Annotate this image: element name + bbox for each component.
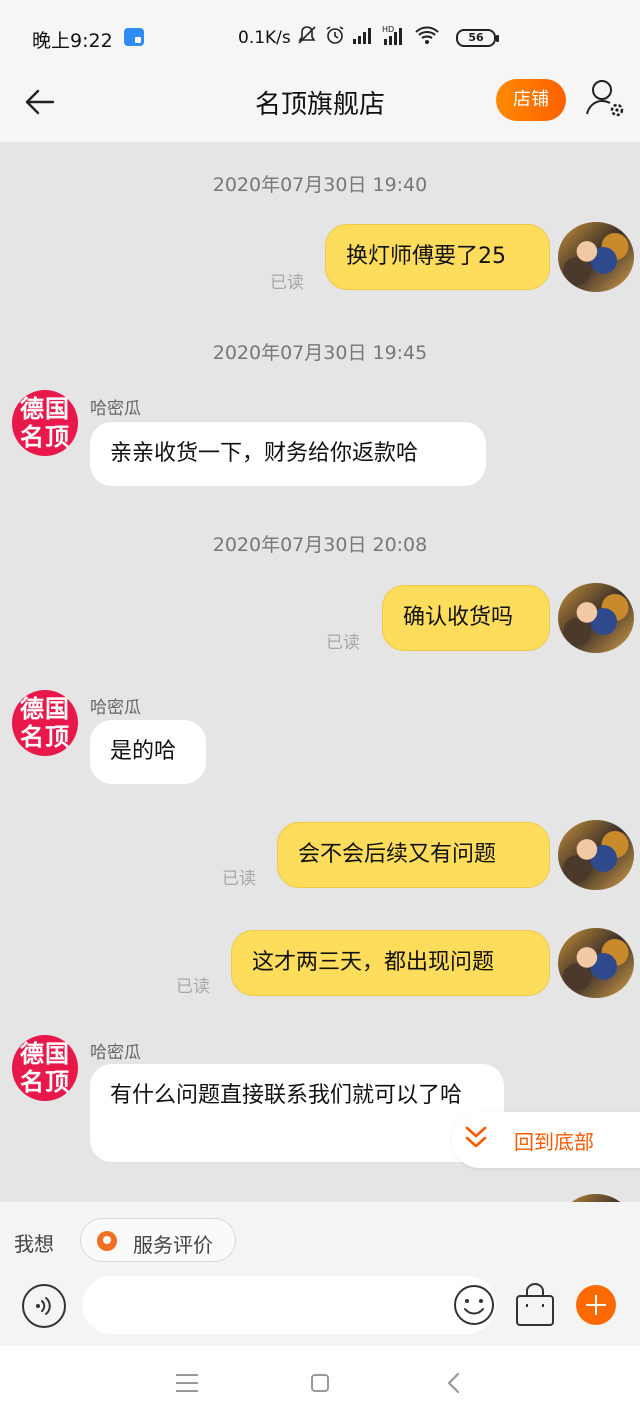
- network-speed: 0.1K/s: [238, 28, 291, 48]
- status-bar: 晚上9:22 0.1K/s HD 56: [0, 0, 640, 68]
- nav-menu-icon[interactable]: [176, 1374, 198, 1392]
- avatar-text-line1: 德国: [20, 394, 70, 423]
- self-avatar[interactable]: [558, 928, 634, 998]
- app-notification-icon: [124, 28, 144, 46]
- svg-text:HD: HD: [382, 25, 394, 34]
- timestamp: 2020年07月30日 19:45: [212, 342, 428, 364]
- message-input-bar: [0, 1274, 640, 1346]
- hd-signal-icon: HD: [382, 25, 402, 45]
- self-avatar[interactable]: [558, 222, 634, 292]
- voice-icon: [36, 1297, 51, 1315]
- timestamp: 2020年07月30日 19:40: [212, 174, 428, 196]
- chat-message-list[interactable]: 2020年07月30日 19:40 已读 换灯师傅要了25 2020年07月30…: [0, 142, 640, 1202]
- avatar-text-line1: 德国: [20, 1039, 70, 1068]
- wifi-icon: [415, 26, 439, 44]
- status-icons: HD: [296, 24, 440, 46]
- message-input[interactable]: [82, 1276, 496, 1334]
- read-status: 已读: [270, 273, 304, 293]
- shop-button[interactable]: 店铺: [496, 79, 566, 121]
- timestamp: 2020年07月30日 20:08: [212, 534, 428, 556]
- status-time: 晚上9:22: [32, 30, 113, 52]
- store-avatar[interactable]: 德国 名顶: [12, 1035, 78, 1101]
- read-status: 已读: [176, 977, 210, 997]
- message-bubble-self[interactable]: 换灯师傅要了25: [325, 224, 550, 290]
- back-to-bottom-button[interactable]: 回到底部: [452, 1112, 640, 1168]
- avatar-text-line2: 名顶: [20, 1067, 70, 1096]
- quick-reply-label: 我想: [14, 1232, 54, 1256]
- nav-back-icon[interactable]: [444, 1372, 464, 1394]
- emoji-button[interactable]: [452, 1283, 496, 1327]
- self-avatar: [558, 1194, 634, 1202]
- emoji-icon: [454, 1285, 494, 1325]
- service-rating-chip[interactable]: 服务评价: [80, 1218, 236, 1262]
- message-bubble-self[interactable]: 确认收货吗: [382, 585, 550, 651]
- battery-icon: 56: [456, 29, 499, 47]
- plus-icon[interactable]: [576, 1285, 616, 1325]
- nav-home-icon[interactable]: [311, 1374, 329, 1392]
- message-bubble-self[interactable]: 这才两三天，都出现问题: [231, 930, 550, 996]
- message-bubble-self[interactable]: 会不会后续又有问题: [277, 822, 550, 888]
- signal-icon: [353, 28, 371, 44]
- avatar-text-line2: 名顶: [20, 722, 70, 751]
- sender-name: 哈密瓜: [90, 698, 141, 718]
- self-avatar[interactable]: [558, 583, 634, 653]
- quick-reply-bar: 我想 服务评价: [0, 1202, 640, 1274]
- store-avatar[interactable]: 德国 名顶: [12, 690, 78, 756]
- store-avatar[interactable]: 德国 名顶: [12, 390, 78, 456]
- mute-icon: [298, 26, 316, 44]
- user-settings-icon: [586, 80, 624, 117]
- system-nav-bar: [0, 1346, 640, 1422]
- chip-label: 服务评价: [133, 1233, 213, 1257]
- shopping-bag-button[interactable]: [514, 1282, 556, 1328]
- chat-header: 名顶旗舰店 店铺: [0, 68, 640, 142]
- message-bubble-other[interactable]: 有什么问题直接联系我们就可以了哈: [90, 1064, 504, 1162]
- voice-button[interactable]: [22, 1284, 66, 1328]
- double-chevron-down-icon: [465, 1126, 487, 1148]
- self-avatar[interactable]: [558, 820, 634, 890]
- message-bubble-other[interactable]: 亲亲收货一下，财务给你返款哈: [90, 422, 486, 486]
- avatar-text-line2: 名顶: [20, 422, 70, 451]
- sender-name: 哈密瓜: [90, 399, 141, 419]
- avatar-text-line1: 德国: [20, 694, 70, 723]
- sender-name: 哈密瓜: [90, 1043, 141, 1063]
- profile-settings-button[interactable]: [584, 76, 628, 120]
- read-status: 已读: [326, 633, 360, 653]
- back-to-bottom-label: 回到底部: [514, 1130, 594, 1154]
- read-status: 已读: [222, 869, 256, 889]
- message-bubble-other[interactable]: 是的哈: [90, 720, 206, 784]
- shopping-bag-icon: [516, 1282, 554, 1326]
- rating-icon: [97, 1231, 117, 1251]
- alarm-icon: [326, 26, 344, 44]
